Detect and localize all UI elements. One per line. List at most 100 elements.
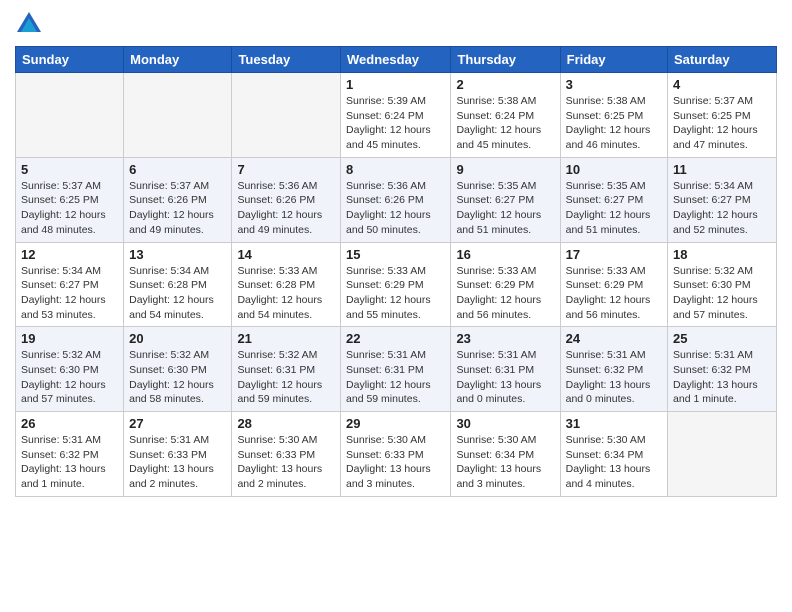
calendar-cell: 25 Sunrise: 5:31 AM Sunset: 6:32 PM Dayli… xyxy=(668,327,777,412)
day-number: 10 xyxy=(566,162,662,177)
calendar-cell: 10 Sunrise: 5:35 AM Sunset: 6:27 PM Dayli… xyxy=(560,157,667,242)
day-number: 16 xyxy=(456,247,554,262)
calendar-cell: 17 Sunrise: 5:33 AM Sunset: 6:29 PM Dayli… xyxy=(560,242,667,327)
week-row-3: 12 Sunrise: 5:34 AM Sunset: 6:27 PM Dayli… xyxy=(16,242,777,327)
day-info: Sunrise: 5:30 AM Sunset: 6:33 PM Dayligh… xyxy=(346,433,445,492)
day-header-saturday: Saturday xyxy=(668,47,777,73)
calendar-cell: 14 Sunrise: 5:33 AM Sunset: 6:28 PM Dayli… xyxy=(232,242,341,327)
week-row-4: 19 Sunrise: 5:32 AM Sunset: 6:30 PM Dayli… xyxy=(16,327,777,412)
day-info: Sunrise: 5:38 AM Sunset: 6:25 PM Dayligh… xyxy=(566,94,662,153)
day-number: 1 xyxy=(346,77,445,92)
day-number: 25 xyxy=(673,331,771,346)
day-number: 13 xyxy=(129,247,226,262)
calendar-cell: 23 Sunrise: 5:31 AM Sunset: 6:31 PM Dayli… xyxy=(451,327,560,412)
calendar-cell xyxy=(232,73,341,158)
calendar-cell: 4Sunrise: 5:37 AM Sunset: 6:25 PM Daylig… xyxy=(668,73,777,158)
days-header-row: SundayMondayTuesdayWednesdayThursdayFrid… xyxy=(16,47,777,73)
day-info: Sunrise: 5:38 AM Sunset: 6:24 PM Dayligh… xyxy=(456,94,554,153)
day-number: 26 xyxy=(21,416,118,431)
day-number: 28 xyxy=(237,416,335,431)
calendar-cell: 8 Sunrise: 5:36 AM Sunset: 6:26 PM Daylig… xyxy=(341,157,451,242)
calendar-cell: 12 Sunrise: 5:34 AM Sunset: 6:27 PM Dayli… xyxy=(16,242,124,327)
day-number: 17 xyxy=(566,247,662,262)
day-info: Sunrise: 5:33 AM Sunset: 6:29 PM Dayligh… xyxy=(346,264,445,323)
day-info: Sunrise: 5:34 AM Sunset: 6:27 PM Dayligh… xyxy=(21,264,118,323)
logo xyxy=(15,10,47,38)
day-info: Sunrise: 5:30 AM Sunset: 6:33 PM Dayligh… xyxy=(237,433,335,492)
day-info: Sunrise: 5:31 AM Sunset: 6:32 PM Dayligh… xyxy=(566,348,662,407)
calendar: SundayMondayTuesdayWednesdayThursdayFrid… xyxy=(15,46,777,497)
calendar-cell xyxy=(668,412,777,497)
calendar-cell: 5 Sunrise: 5:37 AM Sunset: 6:25 PM Daylig… xyxy=(16,157,124,242)
calendar-cell: 20Sunrise: 5:32 AM Sunset: 6:30 PM Dayli… xyxy=(124,327,232,412)
day-info: Sunrise: 5:32 AM Sunset: 6:30 PM Dayligh… xyxy=(21,348,118,407)
day-number: 12 xyxy=(21,247,118,262)
day-info: Sunrise: 5:32 AM Sunset: 6:30 PM Dayligh… xyxy=(129,348,226,407)
day-info: Sunrise: 5:31 AM Sunset: 6:32 PM Dayligh… xyxy=(673,348,771,407)
day-number: 22 xyxy=(346,331,445,346)
day-number: 18 xyxy=(673,247,771,262)
day-info: Sunrise: 5:33 AM Sunset: 6:28 PM Dayligh… xyxy=(237,264,335,323)
day-number: 6 xyxy=(129,162,226,177)
calendar-cell: 28 Sunrise: 5:30 AM Sunset: 6:33 PM Dayli… xyxy=(232,412,341,497)
day-header-sunday: Sunday xyxy=(16,47,124,73)
calendar-cell: 31 Sunrise: 5:30 AM Sunset: 6:34 PM Dayli… xyxy=(560,412,667,497)
page: SundayMondayTuesdayWednesdayThursdayFrid… xyxy=(0,0,792,612)
calendar-cell: 18 Sunrise: 5:32 AM Sunset: 6:30 PM Dayli… xyxy=(668,242,777,327)
week-row-5: 26 Sunrise: 5:31 AM Sunset: 6:32 PM Dayli… xyxy=(16,412,777,497)
day-info: Sunrise: 5:31 AM Sunset: 6:32 PM Dayligh… xyxy=(21,433,118,492)
day-info: Sunrise: 5:31 AM Sunset: 6:33 PM Dayligh… xyxy=(129,433,226,492)
day-info: Sunrise: 5:33 AM Sunset: 6:29 PM Dayligh… xyxy=(566,264,662,323)
calendar-cell: 15 Sunrise: 5:33 AM Sunset: 6:29 PM Dayli… xyxy=(341,242,451,327)
calendar-cell: 6 Sunrise: 5:37 AM Sunset: 6:26 PM Daylig… xyxy=(124,157,232,242)
calendar-cell: 9Sunrise: 5:35 AM Sunset: 6:27 PM Daylig… xyxy=(451,157,560,242)
day-number: 30 xyxy=(456,416,554,431)
day-info: Sunrise: 5:36 AM Sunset: 6:26 PM Dayligh… xyxy=(346,179,445,238)
day-info: Sunrise: 5:31 AM Sunset: 6:31 PM Dayligh… xyxy=(346,348,445,407)
calendar-cell: 13 Sunrise: 5:34 AM Sunset: 6:28 PM Dayli… xyxy=(124,242,232,327)
day-info: Sunrise: 5:34 AM Sunset: 6:28 PM Dayligh… xyxy=(129,264,226,323)
day-info: Sunrise: 5:37 AM Sunset: 6:25 PM Dayligh… xyxy=(21,179,118,238)
day-header-thursday: Thursday xyxy=(451,47,560,73)
calendar-cell: 21 Sunrise: 5:32 AM Sunset: 6:31 PM Dayli… xyxy=(232,327,341,412)
calendar-cell: 19 Sunrise: 5:32 AM Sunset: 6:30 PM Dayli… xyxy=(16,327,124,412)
day-number: 2 xyxy=(456,77,554,92)
calendar-cell: 11Sunrise: 5:34 AM Sunset: 6:27 PM Dayli… xyxy=(668,157,777,242)
day-info: Sunrise: 5:31 AM Sunset: 6:31 PM Dayligh… xyxy=(456,348,554,407)
calendar-cell xyxy=(16,73,124,158)
day-info: Sunrise: 5:32 AM Sunset: 6:31 PM Dayligh… xyxy=(237,348,335,407)
day-number: 31 xyxy=(566,416,662,431)
header xyxy=(15,10,777,38)
calendar-cell: 30Sunrise: 5:30 AM Sunset: 6:34 PM Dayli… xyxy=(451,412,560,497)
day-number: 15 xyxy=(346,247,445,262)
calendar-cell: 27Sunrise: 5:31 AM Sunset: 6:33 PM Dayli… xyxy=(124,412,232,497)
day-header-monday: Monday xyxy=(124,47,232,73)
day-info: Sunrise: 5:35 AM Sunset: 6:27 PM Dayligh… xyxy=(566,179,662,238)
calendar-cell: 24Sunrise: 5:31 AM Sunset: 6:32 PM Dayli… xyxy=(560,327,667,412)
calendar-cell: 29 Sunrise: 5:30 AM Sunset: 6:33 PM Dayli… xyxy=(341,412,451,497)
day-number: 4 xyxy=(673,77,771,92)
week-row-2: 5 Sunrise: 5:37 AM Sunset: 6:25 PM Daylig… xyxy=(16,157,777,242)
day-number: 11 xyxy=(673,162,771,177)
day-info: Sunrise: 5:33 AM Sunset: 6:29 PM Dayligh… xyxy=(456,264,554,323)
calendar-cell xyxy=(124,73,232,158)
day-info: Sunrise: 5:36 AM Sunset: 6:26 PM Dayligh… xyxy=(237,179,335,238)
day-info: Sunrise: 5:37 AM Sunset: 6:26 PM Dayligh… xyxy=(129,179,226,238)
day-info: Sunrise: 5:32 AM Sunset: 6:30 PM Dayligh… xyxy=(673,264,771,323)
day-number: 21 xyxy=(237,331,335,346)
day-number: 7 xyxy=(237,162,335,177)
day-number: 8 xyxy=(346,162,445,177)
day-number: 9 xyxy=(456,162,554,177)
day-number: 14 xyxy=(237,247,335,262)
day-number: 23 xyxy=(456,331,554,346)
day-header-friday: Friday xyxy=(560,47,667,73)
logo-icon xyxy=(15,10,43,38)
day-number: 29 xyxy=(346,416,445,431)
calendar-cell: 26 Sunrise: 5:31 AM Sunset: 6:32 PM Dayli… xyxy=(16,412,124,497)
day-info: Sunrise: 5:30 AM Sunset: 6:34 PM Dayligh… xyxy=(566,433,662,492)
day-header-wednesday: Wednesday xyxy=(341,47,451,73)
day-number: 19 xyxy=(21,331,118,346)
week-row-1: 1Sunrise: 5:39 AM Sunset: 6:24 PM Daylig… xyxy=(16,73,777,158)
calendar-cell: 3Sunrise: 5:38 AM Sunset: 6:25 PM Daylig… xyxy=(560,73,667,158)
day-number: 5 xyxy=(21,162,118,177)
